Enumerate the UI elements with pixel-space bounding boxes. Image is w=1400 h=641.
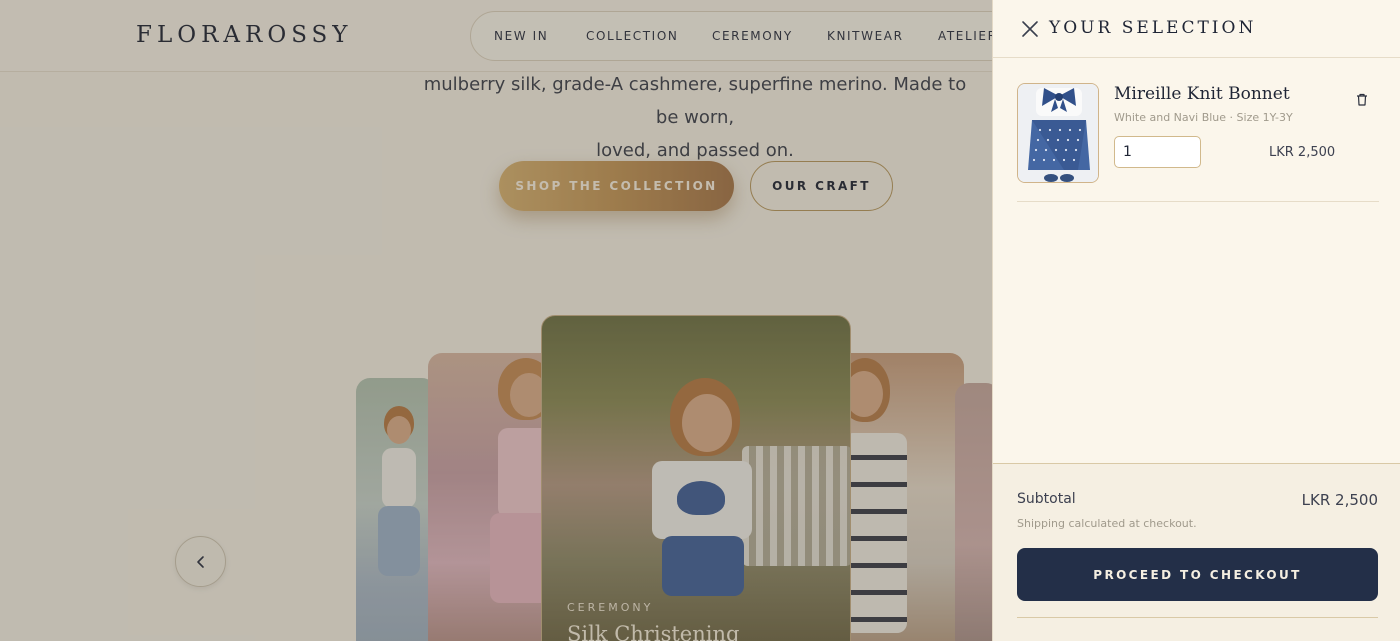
cart-drawer: YOUR SELECTION Mireille Knit Bonnet Whit… xyxy=(992,0,1400,641)
drawer-backdrop[interactable] xyxy=(0,0,992,641)
cart-drawer-header: YOUR SELECTION xyxy=(993,0,1400,58)
cart-drawer-title: YOUR SELECTION xyxy=(1049,18,1257,38)
cart-item-name[interactable]: Mireille Knit Bonnet xyxy=(1114,84,1290,104)
close-icon xyxy=(1022,21,1038,37)
cart-footer: Subtotal LKR 2,500 Shipping calculated a… xyxy=(993,463,1400,641)
checkout-button[interactable]: PROCEED TO CHECKOUT xyxy=(1017,548,1378,601)
remove-item-button[interactable] xyxy=(1355,92,1369,106)
cart-item-price: LKR 2,500 xyxy=(1269,145,1336,160)
cart-item-thumbnail[interactable] xyxy=(1017,83,1099,183)
subtotal-value: LKR 2,500 xyxy=(1301,491,1378,509)
shipping-note: Shipping calculated at checkout. xyxy=(1017,517,1197,530)
trash-icon xyxy=(1357,93,1367,106)
close-cart-button[interactable] xyxy=(1019,18,1041,40)
quantity-field[interactable] xyxy=(1114,136,1201,168)
subtotal-label: Subtotal xyxy=(1017,491,1076,507)
footer-divider xyxy=(1017,617,1378,618)
product-image xyxy=(1018,84,1098,182)
cart-item: Mireille Knit Bonnet White and Navi Blue… xyxy=(1017,82,1379,202)
cart-item-variant: White and Navi Blue · Size 1Y-3Y xyxy=(1114,111,1293,124)
